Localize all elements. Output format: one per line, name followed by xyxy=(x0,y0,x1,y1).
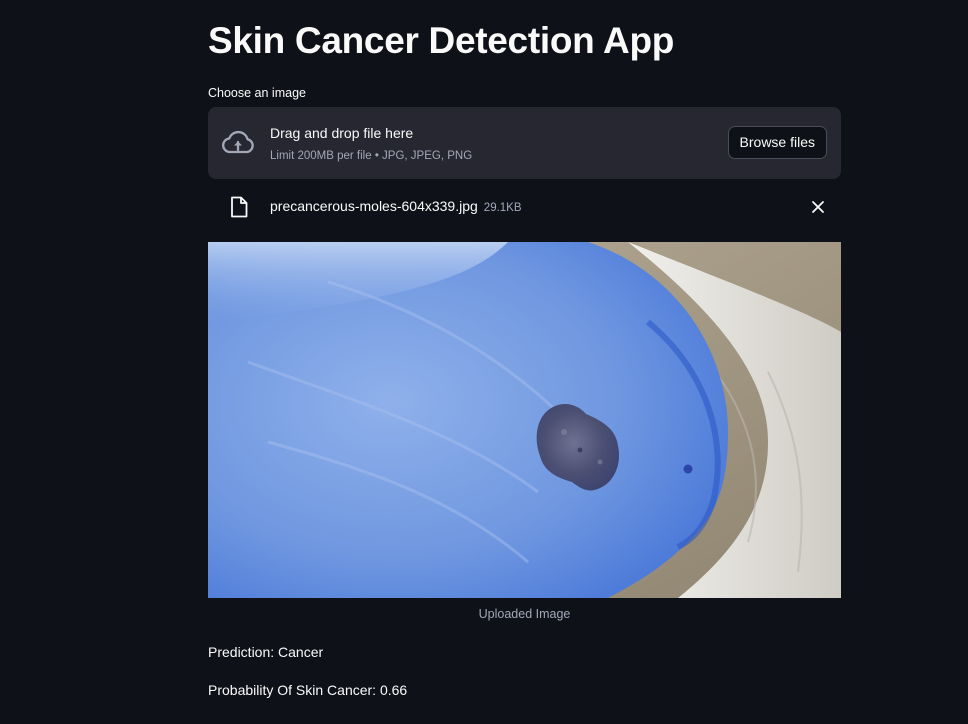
prediction-text: Prediction: Cancer xyxy=(208,644,324,660)
image-caption: Uploaded Image xyxy=(478,607,571,621)
uploaded-file-size: 29.1KB xyxy=(483,202,522,214)
uploaded-file-name-wrap: precancerous-moles-604x339.jpg 29.1KB xyxy=(270,198,522,214)
uploader-label: Choose an image xyxy=(208,86,306,100)
cloud-upload-icon xyxy=(222,130,254,154)
browse-files-button[interactable]: Browse files xyxy=(727,126,827,159)
uploaded-file-name: precancerous-moles-604x339.jpg xyxy=(270,198,478,214)
file-icon xyxy=(231,196,248,218)
uploaded-file-row: precancerous-moles-604x339.jpg 29.1KB xyxy=(208,188,841,226)
close-icon[interactable] xyxy=(810,199,826,215)
probability-text: Probability Of Skin Cancer: 0.66 xyxy=(208,682,408,698)
file-dropzone[interactable]: Drag and drop file here Limit 200MB per … xyxy=(208,107,841,179)
dropzone-limit-text: Limit 200MB per file • JPG, JPEG, PNG xyxy=(270,150,473,162)
page-title: Skin Cancer Detection App xyxy=(208,20,675,61)
skin-mole-photo xyxy=(208,242,841,598)
dropzone-title: Drag and drop file here xyxy=(270,125,414,141)
uploaded-image xyxy=(208,242,841,598)
